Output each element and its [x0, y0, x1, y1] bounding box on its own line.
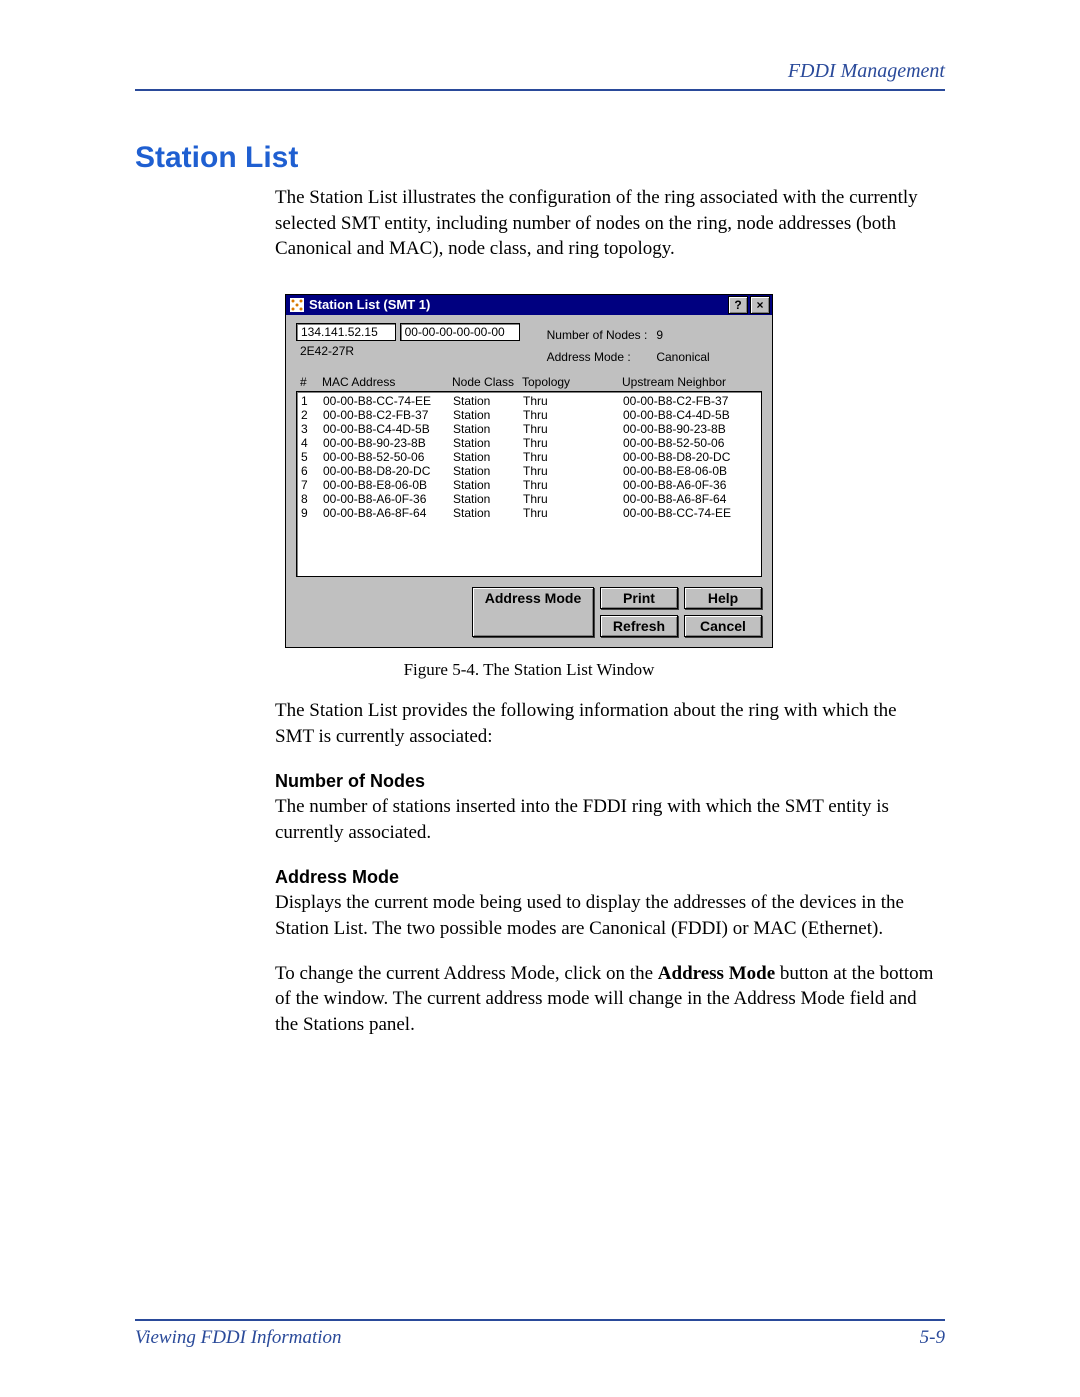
table-row[interactable]: 600-00-B8-D8-20-DCStationThru00-00-B8-E8… — [297, 464, 761, 478]
help-button[interactable]: ? — [728, 296, 748, 314]
mode-p2-bold: Address Mode — [658, 963, 775, 984]
table-row[interactable]: 300-00-B8-C4-4D-5BStationThru00-00-B8-90… — [297, 422, 761, 436]
cell-class: Station — [453, 464, 523, 478]
cell-idx: 3 — [301, 422, 323, 436]
table-row[interactable]: 700-00-B8-E8-06-0BStationThru00-00-B8-A6… — [297, 478, 761, 492]
cell-idx: 1 — [301, 394, 323, 408]
body-intro-2: The Station List provides the following … — [275, 698, 935, 749]
cell-up: 00-00-B8-C4-4D-5B — [623, 408, 762, 422]
cell-up: 00-00-B8-CC-74-EE — [623, 506, 762, 520]
cell-mac: 00-00-B8-CC-74-EE — [323, 394, 453, 408]
window-title: Station List (SMT 1) — [309, 297, 726, 312]
cell-up: 00-00-B8-A6-8F-64 — [623, 492, 762, 506]
table-row[interactable]: 200-00-B8-C2-FB-37StationThru00-00-B8-C4… — [297, 408, 761, 422]
cell-up: 00-00-B8-C2-FB-37 — [623, 394, 762, 408]
mac-field[interactable]: 00-00-00-00-00-00 — [400, 323, 520, 341]
cell-mac: 00-00-B8-E8-06-0B — [323, 478, 453, 492]
help-button-2[interactable]: Help — [684, 587, 762, 609]
def-mode-paragraph-2: To change the current Address Mode, clic… — [275, 961, 935, 1038]
cell-mac: 00-00-B8-A6-8F-64 — [323, 506, 453, 520]
cell-up: 00-00-B8-A6-0F-36 — [623, 478, 762, 492]
cell-topo: Thru — [523, 422, 623, 436]
nodes-label: Number of Nodes : — [546, 325, 654, 345]
cell-topo: Thru — [523, 492, 623, 506]
cell-idx: 7 — [301, 478, 323, 492]
cell-idx: 5 — [301, 450, 323, 464]
col-class: Node Class — [452, 375, 522, 389]
cell-class: Station — [453, 436, 523, 450]
col-index: # — [300, 375, 322, 389]
titlebar[interactable]: Station List (SMT 1) ? × — [286, 295, 772, 315]
footer-right: 5-9 — [920, 1327, 945, 1349]
intro-paragraph: The Station List illustrates the configu… — [275, 185, 935, 262]
table-row[interactable]: 100-00-B8-CC-74-EEStationThru00-00-B8-C2… — [297, 394, 761, 408]
cell-class: Station — [453, 394, 523, 408]
footer-rule — [135, 1319, 945, 1321]
address-mode-button[interactable]: Address Mode — [472, 587, 594, 637]
table-row[interactable]: 800-00-B8-A6-0F-36StationThru00-00-B8-A6… — [297, 492, 761, 506]
station-list[interactable]: 100-00-B8-CC-74-EEStationThru00-00-B8-C2… — [296, 391, 762, 577]
col-mac: MAC Address — [322, 375, 452, 389]
device-label: 2E42-27R — [296, 343, 520, 359]
col-upstream: Upstream Neighbor — [622, 375, 762, 389]
figure-caption: Figure 5-4. The Station List Window — [275, 660, 783, 680]
def-mode-text: Displays the current mode being used to … — [275, 890, 935, 941]
cell-topo: Thru — [523, 408, 623, 422]
footer-left: Viewing FDDI Information — [135, 1327, 342, 1349]
cell-mac: 00-00-B8-C2-FB-37 — [323, 408, 453, 422]
cell-mac: 00-00-B8-90-23-8B — [323, 436, 453, 450]
cell-topo: Thru — [523, 464, 623, 478]
header-rule — [135, 89, 945, 91]
cell-class: Station — [453, 408, 523, 422]
page-title: Station List — [135, 141, 945, 175]
def-mode-heading: Address Mode — [275, 867, 935, 888]
cell-mac: 00-00-B8-D8-20-DC — [323, 464, 453, 478]
running-header: FDDI Management — [135, 60, 945, 89]
print-button[interactable]: Print — [600, 587, 678, 609]
cell-class: Station — [453, 450, 523, 464]
table-row[interactable]: 500-00-B8-52-50-06StationThru00-00-B8-D8… — [297, 450, 761, 464]
cell-topo: Thru — [523, 436, 623, 450]
col-topology: Topology — [522, 375, 622, 389]
cell-class: Station — [453, 422, 523, 436]
cell-idx: 8 — [301, 492, 323, 506]
cell-mac: 00-00-B8-52-50-06 — [323, 450, 453, 464]
cell-class: Station — [453, 478, 523, 492]
app-icon — [290, 298, 304, 312]
cell-topo: Thru — [523, 478, 623, 492]
cell-topo: Thru — [523, 450, 623, 464]
cell-up: 00-00-B8-D8-20-DC — [623, 450, 762, 464]
cell-idx: 6 — [301, 464, 323, 478]
cell-idx: 4 — [301, 436, 323, 450]
table-row[interactable]: 900-00-B8-A6-8F-64StationThru00-00-B8-CC… — [297, 506, 761, 520]
def-nodes-text: The number of stations inserted into the… — [275, 794, 935, 845]
cell-class: Station — [453, 506, 523, 520]
cell-mac: 00-00-B8-C4-4D-5B — [323, 422, 453, 436]
cell-mac: 00-00-B8-A6-0F-36 — [323, 492, 453, 506]
nodes-value: 9 — [655, 325, 715, 345]
mode-p2-a: To change the current Address Mode, clic… — [275, 963, 658, 984]
def-nodes-heading: Number of Nodes — [275, 771, 935, 792]
cell-class: Station — [453, 492, 523, 506]
cancel-button[interactable]: Cancel — [684, 615, 762, 637]
table-header: # MAC Address Node Class Topology Upstre… — [296, 375, 762, 389]
cell-topo: Thru — [523, 506, 623, 520]
cell-idx: 2 — [301, 408, 323, 422]
mode-label: Address Mode : — [546, 347, 654, 367]
cell-idx: 9 — [301, 506, 323, 520]
cell-up: 00-00-B8-52-50-06 — [623, 436, 762, 450]
cell-topo: Thru — [523, 394, 623, 408]
ip-field[interactable]: 134.141.52.15 — [296, 323, 396, 341]
mode-value: Canonical — [655, 347, 715, 367]
table-row[interactable]: 400-00-B8-90-23-8BStationThru00-00-B8-52… — [297, 436, 761, 450]
refresh-button[interactable]: Refresh — [600, 615, 678, 637]
close-button[interactable]: × — [750, 296, 770, 314]
station-list-window: Station List (SMT 1) ? × 134.141.52.15 0… — [285, 294, 773, 648]
cell-up: 00-00-B8-E8-06-0B — [623, 464, 762, 478]
cell-up: 00-00-B8-90-23-8B — [623, 422, 762, 436]
